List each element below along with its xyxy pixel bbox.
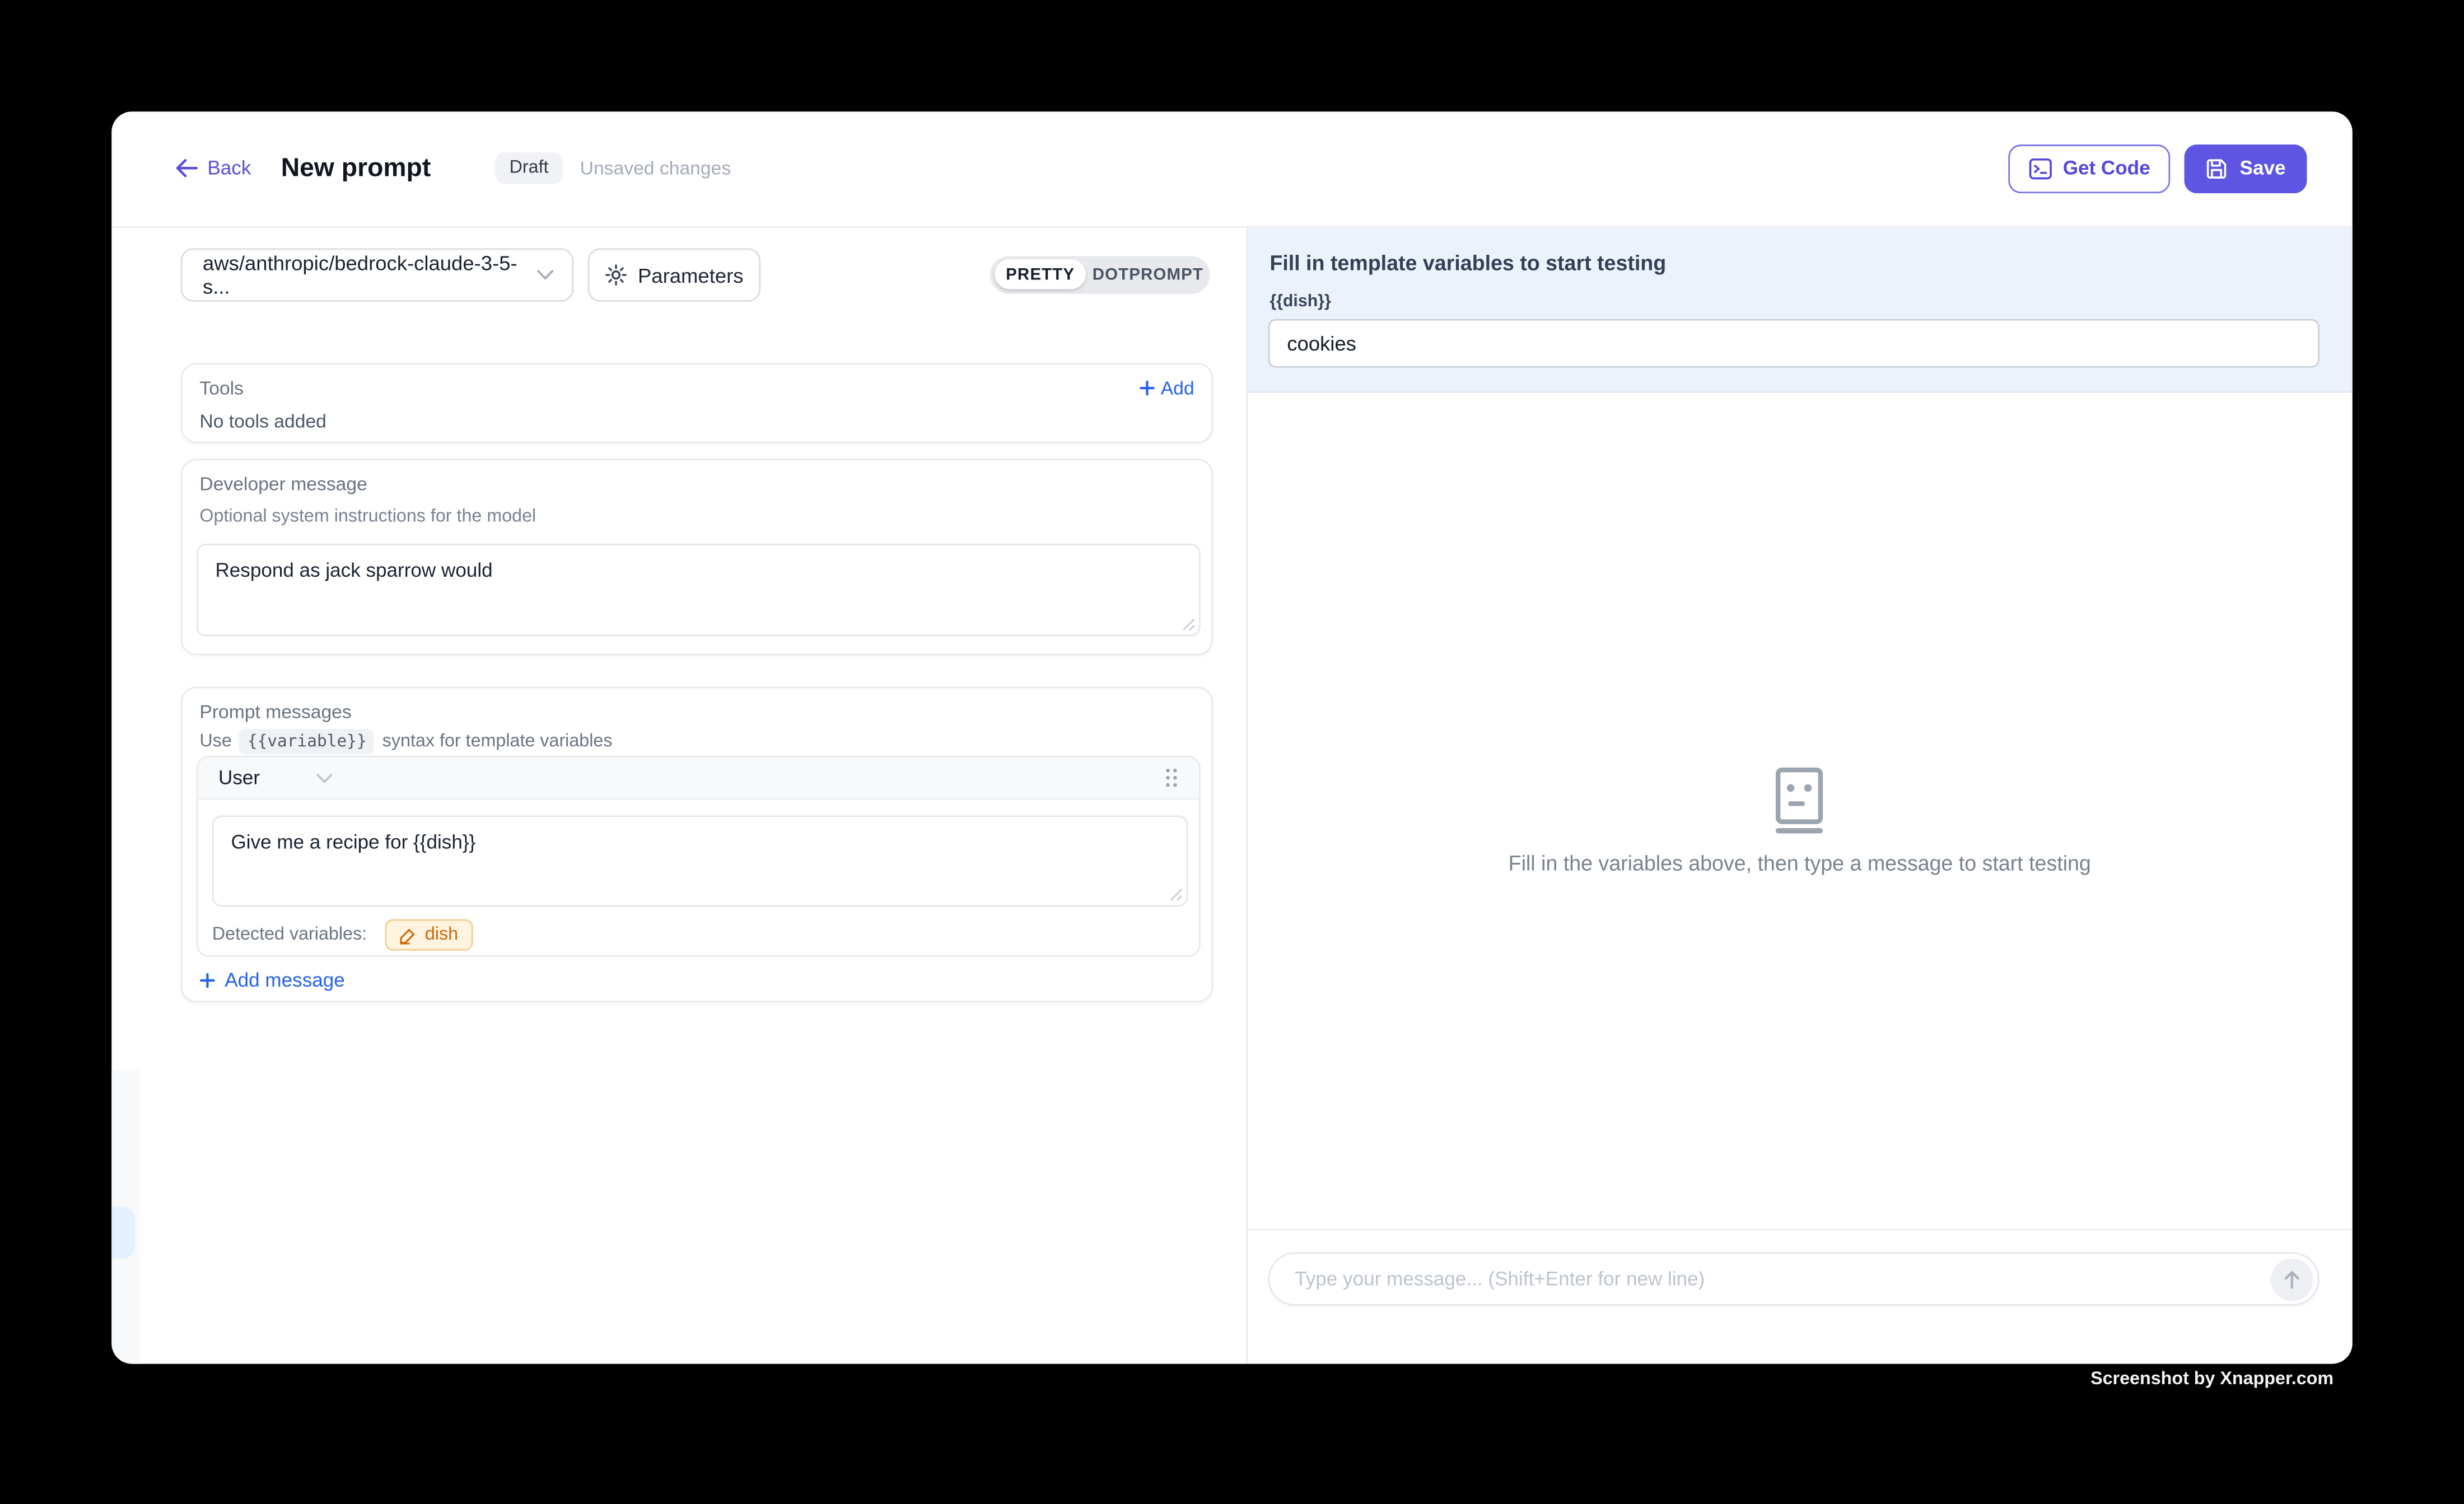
header-actions: Get Code Save: [2008, 144, 2306, 193]
prompt-messages-title: Prompt messages: [199, 701, 351, 723]
variable-badge-label: dish: [425, 926, 458, 945]
chevron-down-icon: [316, 772, 334, 783]
add-tool-label: Add: [1161, 377, 1194, 399]
page-title: New prompt: [281, 153, 431, 183]
status-badge: Draft: [495, 153, 562, 184]
add-message-button[interactable]: Add message: [199, 969, 344, 991]
variable-value-input[interactable]: [1268, 318, 2320, 367]
get-code-button[interactable]: Get Code: [2008, 144, 2171, 193]
editor-panel: aws/anthropic/bedrock-claude-3-5-s... Pa…: [111, 228, 1246, 1363]
tools-title: Tools: [199, 377, 244, 399]
empty-state-text: Fill in the variables above, then type a…: [1248, 852, 2351, 875]
gear-icon: [605, 264, 627, 286]
back-arrow-icon: [176, 159, 198, 178]
variable-badge[interactable]: dish: [386, 919, 473, 951]
chat-divider: [1248, 1229, 2351, 1230]
developer-message-field-wrap: Respond as jack sparrow would: [197, 544, 1201, 637]
prompt-editor-window: Back New prompt Draft Unsaved changes Ge…: [111, 111, 2351, 1363]
message-block: User Give me a recipe for {{dish}}: [197, 756, 1201, 957]
format-toggle: PRETTY DOTPROMPT: [990, 255, 1210, 293]
hint-code: {{variable}}: [240, 729, 375, 754]
chat-message-input[interactable]: [1270, 1254, 2318, 1304]
unsaved-changes-text: Unsaved changes: [580, 157, 731, 179]
back-label: Back: [207, 157, 251, 179]
pencil-icon: [400, 926, 417, 943]
screenshot-stage: Back New prompt Draft Unsaved changes Ge…: [0, 0, 2464, 1504]
get-code-label: Get Code: [2063, 157, 2150, 179]
plus-icon: [199, 973, 215, 988]
toggle-option-pretty[interactable]: PRETTY: [995, 259, 1086, 289]
developer-message-title: Developer message: [199, 473, 367, 495]
chevron-down-icon: [536, 269, 555, 281]
message-input[interactable]: Give me a recipe for {{dish}}: [212, 815, 1188, 907]
plus-icon: [1138, 380, 1154, 396]
watermark-text: Screenshot by Xnapper.com: [2090, 1370, 2334, 1389]
developer-message-input[interactable]: Respond as jack sparrow would: [197, 544, 1201, 637]
detected-variables-label: Detected variables:: [212, 926, 367, 945]
message-field-wrap: Give me a recipe for {{dish}}: [212, 815, 1188, 907]
header: Back New prompt Draft Unsaved changes Ge…: [111, 111, 2351, 228]
send-button[interactable]: [2270, 1259, 2312, 1301]
parameters-label: Parameters: [638, 263, 744, 287]
toggle-option-dotprompt[interactable]: DOTPROMPT: [1086, 265, 1210, 284]
testing-panel: Fill in template variables to start test…: [1248, 228, 2351, 1363]
role-value: User: [218, 767, 260, 788]
detected-variables-row: Detected variables: dish: [212, 919, 473, 951]
back-button[interactable]: Back: [176, 157, 251, 179]
developer-message-card: Developer message Optional system instru…: [181, 459, 1214, 655]
variable-name-label: {{dish}}: [1270, 292, 1331, 311]
save-icon: [2205, 157, 2229, 180]
hint-prefix: Use: [199, 732, 231, 751]
chat-input-box: [1268, 1252, 2320, 1305]
role-selector[interactable]: User: [218, 767, 334, 788]
add-message-label: Add message: [225, 969, 344, 991]
background-sidebar-active-item: [111, 1206, 135, 1258]
tools-card: Tools Add No tools added: [181, 363, 1214, 443]
model-selector[interactable]: aws/anthropic/bedrock-claude-3-5-s...: [181, 248, 574, 301]
tools-empty-text: No tools added: [199, 410, 326, 432]
add-tool-button[interactable]: Add: [1138, 377, 1194, 399]
template-variables-section: Fill in template variables to start test…: [1248, 228, 2351, 393]
bot-face-icon: [1773, 767, 1826, 834]
drag-handle[interactable]: [1164, 767, 1178, 788]
prompt-messages-card: Prompt messages Use {{variable}} syntax …: [181, 686, 1214, 1002]
model-selector-value: aws/anthropic/bedrock-claude-3-5-s...: [203, 251, 536, 298]
save-label: Save: [2240, 157, 2286, 179]
parameters-button[interactable]: Parameters: [587, 248, 760, 301]
save-button[interactable]: Save: [2185, 144, 2306, 193]
hint-suffix: syntax for template variables: [382, 732, 613, 751]
variable-syntax-hint: Use {{variable}} syntax for template var…: [199, 729, 612, 754]
terminal-icon: [2028, 157, 2052, 180]
message-header: User: [198, 758, 1199, 800]
developer-message-subtitle: Optional system instructions for the mod…: [199, 507, 536, 526]
fill-variables-title: Fill in template variables to start test…: [1270, 251, 1666, 275]
